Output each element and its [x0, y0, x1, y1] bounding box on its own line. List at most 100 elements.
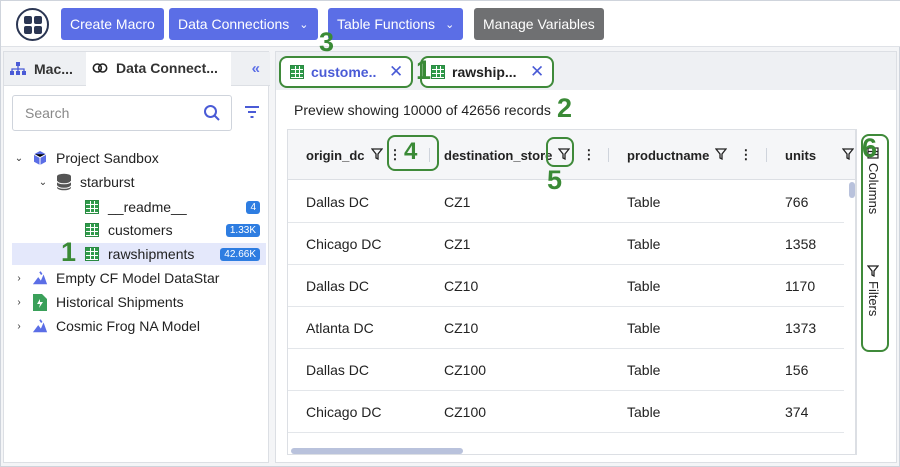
chevron-down-icon: ⌄	[445, 18, 455, 31]
table-row[interactable]: Dallas DC CZ10 Table 1170	[288, 265, 844, 307]
cell-destination-store: CZ10	[444, 320, 479, 336]
tab-data-connections[interactable]: Data Connect...	[86, 52, 231, 86]
tab-macros[interactable]: Mac...	[10, 52, 73, 86]
tree-item-historical-shipments[interactable]: › Historical Shipments	[12, 291, 266, 313]
app-window: Create Macro Data Connections ⌄ Table Fu…	[0, 0, 900, 467]
tab-customers[interactable]: custome... ✕	[279, 56, 414, 88]
filter-icon[interactable]	[841, 147, 855, 163]
tab-macros-label: Mac...	[34, 61, 73, 77]
data-connections-button[interactable]: Data Connections ⌄	[169, 8, 318, 40]
table-row[interactable]: Dallas DC CZ1 Table 766	[288, 181, 844, 223]
main-panel: custome... ✕ rawship... ✕ Preview showin…	[275, 51, 897, 463]
collapse-panel-icon[interactable]: «	[252, 60, 260, 77]
column-header-label: origin_dc	[306, 147, 365, 163]
table-icon	[84, 222, 100, 238]
tree-item-starburst[interactable]: ⌄ starburst	[12, 171, 266, 193]
cell-origin-dc: Dallas DC	[306, 194, 370, 210]
cell-productname: Table	[627, 278, 661, 294]
close-icon[interactable]: ✕	[530, 62, 544, 82]
cell-origin-dc: Dallas DC	[306, 362, 370, 378]
tree-item-project-sandbox[interactable]: ⌄ Project Sandbox	[12, 147, 266, 169]
column-divider[interactable]	[766, 148, 767, 162]
cell-productname: Table	[627, 404, 661, 420]
chevron-down-icon[interactable]: ⌄	[36, 177, 50, 188]
search-icon[interactable]	[203, 104, 221, 125]
data-connections-label: Data Connections	[178, 16, 290, 32]
filter-icon[interactable]	[370, 147, 383, 163]
table-icon	[84, 246, 100, 262]
tree-item-empty-cf-model[interactable]: › Empty CF Model DataStar	[12, 267, 266, 289]
file-icon	[32, 293, 48, 311]
chevron-right-icon[interactable]: ›	[12, 273, 26, 284]
tree-item-rawshipments[interactable]: rawshipments 42.66K	[12, 243, 266, 265]
cube-icon	[32, 150, 48, 166]
chevron-right-icon[interactable]: ›	[12, 321, 26, 332]
manage-variables-button[interactable]: Manage Variables	[474, 8, 604, 40]
chevron-right-icon[interactable]: ›	[12, 297, 26, 308]
vertical-scrollbar[interactable]	[847, 180, 855, 454]
cell-productname: Table	[627, 362, 661, 378]
cell-destination-store: CZ100	[444, 362, 487, 378]
search-placeholder: Search	[25, 105, 70, 121]
chevron-down-icon: ⌄	[299, 18, 309, 31]
filters-side-button[interactable]: Filters	[866, 265, 881, 316]
cell-destination-store: CZ100	[444, 404, 487, 420]
tree-item-label: rawshipments	[108, 246, 195, 262]
cell-units: 1373	[785, 320, 817, 336]
tree-item-label: Historical Shipments	[56, 294, 184, 310]
create-macro-button[interactable]: Create Macro	[61, 8, 164, 40]
filter-icon	[866, 265, 881, 278]
column-header-productname[interactable]: productname ⋮	[627, 130, 752, 180]
model-icon	[32, 318, 48, 334]
cell-origin-dc: Dallas DC	[306, 278, 370, 294]
table-icon	[84, 199, 100, 215]
cell-units: 1170	[785, 278, 816, 294]
link-icon	[92, 60, 108, 76]
manage-variables-label: Manage Variables	[483, 16, 595, 32]
horizontal-scrollbar[interactable]	[288, 446, 855, 454]
scrollbar-thumb[interactable]	[291, 448, 463, 454]
tree-item-cosmic-frog-na[interactable]: › Cosmic Frog NA Model	[12, 315, 266, 337]
search-input[interactable]: Search	[12, 95, 232, 131]
close-icon[interactable]: ✕	[389, 62, 403, 82]
tab-customers-label: custome...	[311, 64, 377, 80]
column-menu-icon[interactable]: ⋮	[582, 147, 595, 163]
annotation-number: 1	[61, 237, 77, 267]
data-grid: origin_dc ⋮ destination_store ⋮ productn…	[287, 129, 856, 455]
left-panel: Mac... Data Connect... « Search ⌄ Projec…	[3, 51, 270, 463]
filter-icon[interactable]	[714, 147, 728, 163]
table-functions-label: Table Functions	[337, 16, 436, 32]
table-row[interactable]: Chicago DC CZ100 Table 374	[288, 391, 844, 433]
annotation-number: 1	[416, 55, 432, 85]
cell-productname: Table	[627, 194, 661, 210]
table-icon	[430, 64, 446, 80]
column-divider[interactable]	[608, 148, 609, 162]
column-menu-icon[interactable]: ⋮	[739, 147, 752, 163]
table-row[interactable]: Atlanta DC CZ10 Table 1373	[288, 307, 844, 349]
cell-destination-store: CZ1	[444, 194, 471, 210]
cell-origin-dc: Chicago DC	[306, 404, 382, 420]
left-panel-tabs: Mac... Data Connect... «	[4, 52, 270, 86]
tree-item-label: Cosmic Frog NA Model	[56, 318, 200, 334]
tree-item-readme[interactable]: __readme__ 4	[12, 196, 266, 218]
top-toolbar: Create Macro Data Connections ⌄ Table Fu…	[1, 1, 900, 47]
filter-list-icon[interactable]	[244, 105, 260, 124]
model-icon	[32, 270, 48, 286]
table-row[interactable]: Dallas DC CZ100 Table 156	[288, 349, 844, 391]
tab-rawshipments[interactable]: rawship... ✕	[420, 56, 555, 88]
table-functions-button[interactable]: Table Functions ⌄	[328, 8, 464, 40]
column-header-label: productname	[627, 147, 710, 163]
scrollbar-thumb[interactable]	[849, 182, 855, 198]
tree-item-label: customers	[108, 222, 173, 238]
column-header-units[interactable]: units	[785, 130, 855, 180]
tree-item-label: Project Sandbox	[56, 150, 159, 166]
app-menu-icon[interactable]	[16, 8, 49, 41]
tree-item-label: Empty CF Model DataStar	[56, 270, 220, 286]
cell-productname: Table	[627, 236, 661, 252]
tree-item-customers[interactable]: customers 1.33K	[12, 219, 266, 241]
hierarchy-icon	[10, 61, 26, 77]
table-row[interactable]: Chicago DC CZ1 Table 1358	[288, 223, 844, 265]
create-macro-label: Create Macro	[70, 16, 155, 32]
chevron-down-icon[interactable]: ⌄	[12, 153, 26, 164]
annotation-number: 6	[862, 133, 878, 163]
